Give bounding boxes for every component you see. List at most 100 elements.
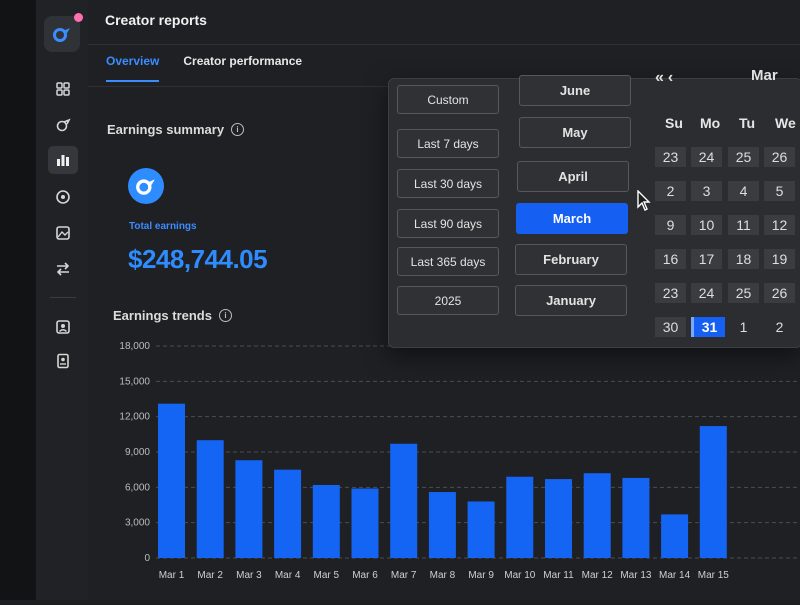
x-tick-label: Mar 11 [543, 570, 574, 581]
calendar-day[interactable]: 31 [691, 317, 725, 337]
chart-bar[interactable] [583, 473, 611, 558]
calendar-day[interactable]: 4 [728, 181, 759, 201]
weekday-label: We [775, 115, 796, 131]
calendar-day[interactable]: 2 [655, 181, 686, 201]
tab-creator-performance[interactable]: Creator performance [183, 54, 302, 82]
month-february-button[interactable]: February [515, 244, 627, 275]
x-tick-label: Mar 4 [275, 570, 301, 581]
calendar-day[interactable]: 12 [764, 215, 795, 235]
range-last-7-days-button[interactable]: Last 7 days [397, 129, 499, 158]
calendar-prev-buttons[interactable]: «‹ [655, 69, 677, 87]
range-last-30-days-button[interactable]: Last 30 days [397, 169, 499, 198]
total-earnings-label: Total earnings [129, 221, 197, 232]
range-custom-button[interactable]: Custom [397, 85, 499, 114]
chart-bar[interactable] [196, 440, 224, 558]
x-tick-label: Mar 8 [430, 570, 456, 581]
x-tick-label: Mar 9 [468, 570, 494, 581]
calendar-day[interactable]: 19 [764, 249, 795, 269]
weekday-label: Su [665, 115, 683, 131]
calendar-day[interactable]: 5 [764, 181, 795, 201]
calendar-day[interactable]: 23 [655, 283, 686, 303]
calendar-day[interactable]: 23 [655, 147, 686, 167]
range-2025-button[interactable]: 2025 [397, 286, 499, 315]
info-icon[interactable]: i [218, 309, 232, 322]
chart-bar[interactable] [428, 492, 456, 558]
y-tick-label: 9,000 [125, 447, 150, 458]
main-content: Creator reports Overview Creator perform… [88, 0, 800, 600]
tab-overview[interactable]: Overview [106, 54, 160, 82]
calendar-day[interactable]: 30 [655, 317, 686, 337]
image-icon[interactable] [54, 224, 72, 242]
month-june-button[interactable]: June [519, 75, 631, 106]
app-logo-button[interactable] [44, 13, 83, 52]
earnings-trends-heading: Earnings trends i [113, 308, 232, 323]
chart-bar[interactable] [506, 476, 534, 558]
calendar-day[interactable]: 25 [728, 283, 759, 303]
calendar-day[interactable]: 1 [728, 317, 759, 337]
chart-bar[interactable] [235, 460, 263, 558]
x-tick-label: Mar 6 [352, 570, 378, 581]
chart-bar[interactable] [699, 426, 727, 558]
page-title: Creator reports [105, 12, 207, 28]
x-tick-label: Mar 2 [197, 570, 223, 581]
calendar-day[interactable]: 16 [655, 249, 686, 269]
range-last-90-days-button[interactable]: Last 90 days [397, 209, 499, 238]
calendar-day[interactable]: 24 [691, 147, 722, 167]
app-logo-icon [53, 28, 70, 42]
chart-bar[interactable] [312, 484, 340, 558]
target-icon[interactable] [54, 188, 72, 206]
swap-arrows-icon[interactable] [54, 260, 72, 278]
sidebar [36, 0, 89, 600]
calendar-day[interactable]: 2 [764, 317, 795, 337]
chart-svg: 0 3,000 6,000 9,000 12,000 15,000 18,000 Mar 1 M… [119, 341, 800, 581]
profile-card-icon[interactable] [54, 318, 72, 336]
info-icon[interactable]: i [231, 123, 245, 136]
chart-bar[interactable] [622, 477, 650, 558]
heart-tag-icon[interactable] [54, 116, 72, 134]
y-tick-label: 18,000 [119, 341, 150, 352]
document-user-icon[interactable] [54, 352, 72, 370]
calendar-day[interactable]: 18 [728, 249, 759, 269]
chart-bar[interactable] [158, 403, 185, 558]
month-january-button[interactable]: January [515, 285, 627, 316]
range-last-365-days-button[interactable]: Last 365 days [397, 247, 499, 276]
bar-chart-icon[interactable] [48, 146, 78, 174]
y-tick-label: 12,000 [119, 412, 150, 423]
x-tick-label: Mar 13 [620, 570, 652, 581]
earnings-trends-chart: 0 3,000 6,000 9,000 12,000 15,000 18,000 Mar 1 M… [88, 330, 800, 600]
calendar-day[interactable]: 3 [691, 181, 722, 201]
mouse-pointer-icon [637, 190, 651, 211]
y-tick-label: 3,000 [125, 518, 150, 529]
chart-bar[interactable] [467, 501, 495, 558]
calendar-day[interactable]: 9 [655, 215, 686, 235]
chart-bar[interactable] [390, 443, 418, 558]
tab-bar: Overview Creator performance [106, 54, 302, 82]
x-tick-label: Mar 3 [236, 570, 262, 581]
calendar-day[interactable]: 26 [764, 283, 795, 303]
month-april-button[interactable]: April [517, 161, 629, 192]
chart-bar[interactable] [351, 488, 379, 558]
chart-bar[interactable] [661, 514, 689, 558]
earnings-summary-title: Earnings summary [107, 122, 225, 137]
x-tick-label: Mar 5 [314, 570, 340, 581]
x-tick-label: Mar 7 [391, 570, 417, 581]
grid-icon[interactable] [54, 80, 72, 98]
chart-bar[interactable] [274, 469, 302, 558]
calendar-month-label: Mar [751, 67, 778, 84]
calendar-day[interactable]: 10 [691, 215, 722, 235]
calendar-day[interactable]: 26 [764, 147, 795, 167]
chart-bar[interactable] [545, 479, 572, 558]
calendar-day[interactable]: 25 [728, 147, 759, 167]
total-earnings-value: $248,744.05 [128, 244, 268, 274]
notification-dot [74, 13, 83, 22]
mini-calendar: «‹ Mar Su Mo Tu We 23 24 25 26 2 3 4 5 9 10 11 12 16… [651, 67, 800, 347]
month-march-button[interactable]: March [516, 203, 628, 234]
calendar-day[interactable]: 24 [691, 283, 722, 303]
weekday-label: Tu [739, 115, 756, 131]
x-tick-label: Mar 14 [659, 570, 691, 581]
y-tick-label: 6,000 [125, 482, 150, 493]
month-may-button[interactable]: May [519, 117, 631, 148]
x-tick-label: Mar 1 [159, 570, 185, 581]
calendar-day[interactable]: 11 [728, 215, 759, 235]
calendar-day[interactable]: 17 [691, 249, 722, 269]
